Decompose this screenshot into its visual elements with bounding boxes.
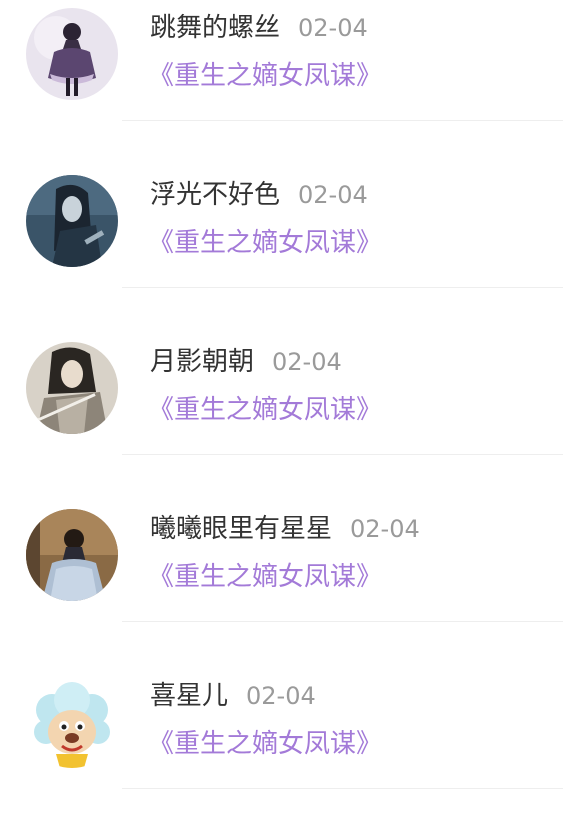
comment-date: 02-04 — [298, 181, 368, 209]
book-title-link[interactable]: 《重生之嫡女凤谋》 — [148, 223, 382, 263]
divider — [122, 287, 563, 288]
divider — [122, 788, 563, 789]
list-item[interactable]: 曦曦眼里有星星 02-04 《重生之嫡女凤谋》 — [0, 501, 563, 668]
comment-date: 02-04 — [298, 14, 368, 42]
comment-header: 曦曦眼里有星星 02-04 — [150, 509, 420, 549]
user-name[interactable]: 浮光不好色 — [150, 180, 280, 210]
gothic-lolita-girl-avatar[interactable] — [26, 8, 118, 100]
list-item[interactable]: 喜星儿 02-04 《重生之嫡女凤谋》 — [0, 668, 563, 835]
book-title-link[interactable]: 《重生之嫡女凤谋》 — [148, 56, 382, 96]
list-item[interactable]: 月影朝朝 02-04 《重生之嫡女凤谋》 — [0, 334, 563, 501]
cartoon-sheep-avatar[interactable] — [26, 676, 118, 768]
divider — [122, 454, 563, 455]
dark-haired-character-avatar[interactable] — [26, 175, 118, 267]
user-name[interactable]: 月影朝朝 — [150, 347, 254, 377]
user-name[interactable]: 曦曦眼里有星星 — [150, 514, 332, 544]
divider — [122, 621, 563, 622]
comment-header: 喜星儿 02-04 — [150, 676, 316, 716]
book-title-link[interactable]: 《重生之嫡女凤谋》 — [148, 390, 382, 430]
list-item[interactable]: 跳舞的螺丝 02-04 《重生之嫡女凤谋》 — [0, 0, 563, 167]
user-name[interactable]: 跳舞的螺丝 — [150, 13, 280, 43]
comment-date: 02-04 — [272, 348, 342, 376]
comment-header: 月影朝朝 02-04 — [150, 342, 342, 382]
user-name[interactable]: 喜星儿 — [150, 681, 228, 711]
comment-date: 02-04 — [246, 682, 316, 710]
comment-header: 跳舞的螺丝 02-04 — [150, 8, 368, 48]
book-title-link[interactable]: 《重生之嫡女凤谋》 — [148, 557, 382, 597]
list-item[interactable]: 浮光不好色 02-04 《重生之嫡女凤谋》 — [0, 167, 563, 334]
comment-list: 跳舞的螺丝 02-04 《重生之嫡女凤谋》 浮光不好色 02-04 《重生之嫡女凤谋… — [0, 0, 563, 835]
book-title-link[interactable]: 《重生之嫡女凤谋》 — [148, 724, 382, 764]
girl-in-gown-avatar[interactable] — [26, 509, 118, 601]
comment-header: 浮光不好色 02-04 — [150, 175, 368, 215]
comment-date: 02-04 — [350, 515, 420, 543]
divider — [122, 120, 563, 121]
ancient-style-swordsman-avatar[interactable] — [26, 342, 118, 434]
